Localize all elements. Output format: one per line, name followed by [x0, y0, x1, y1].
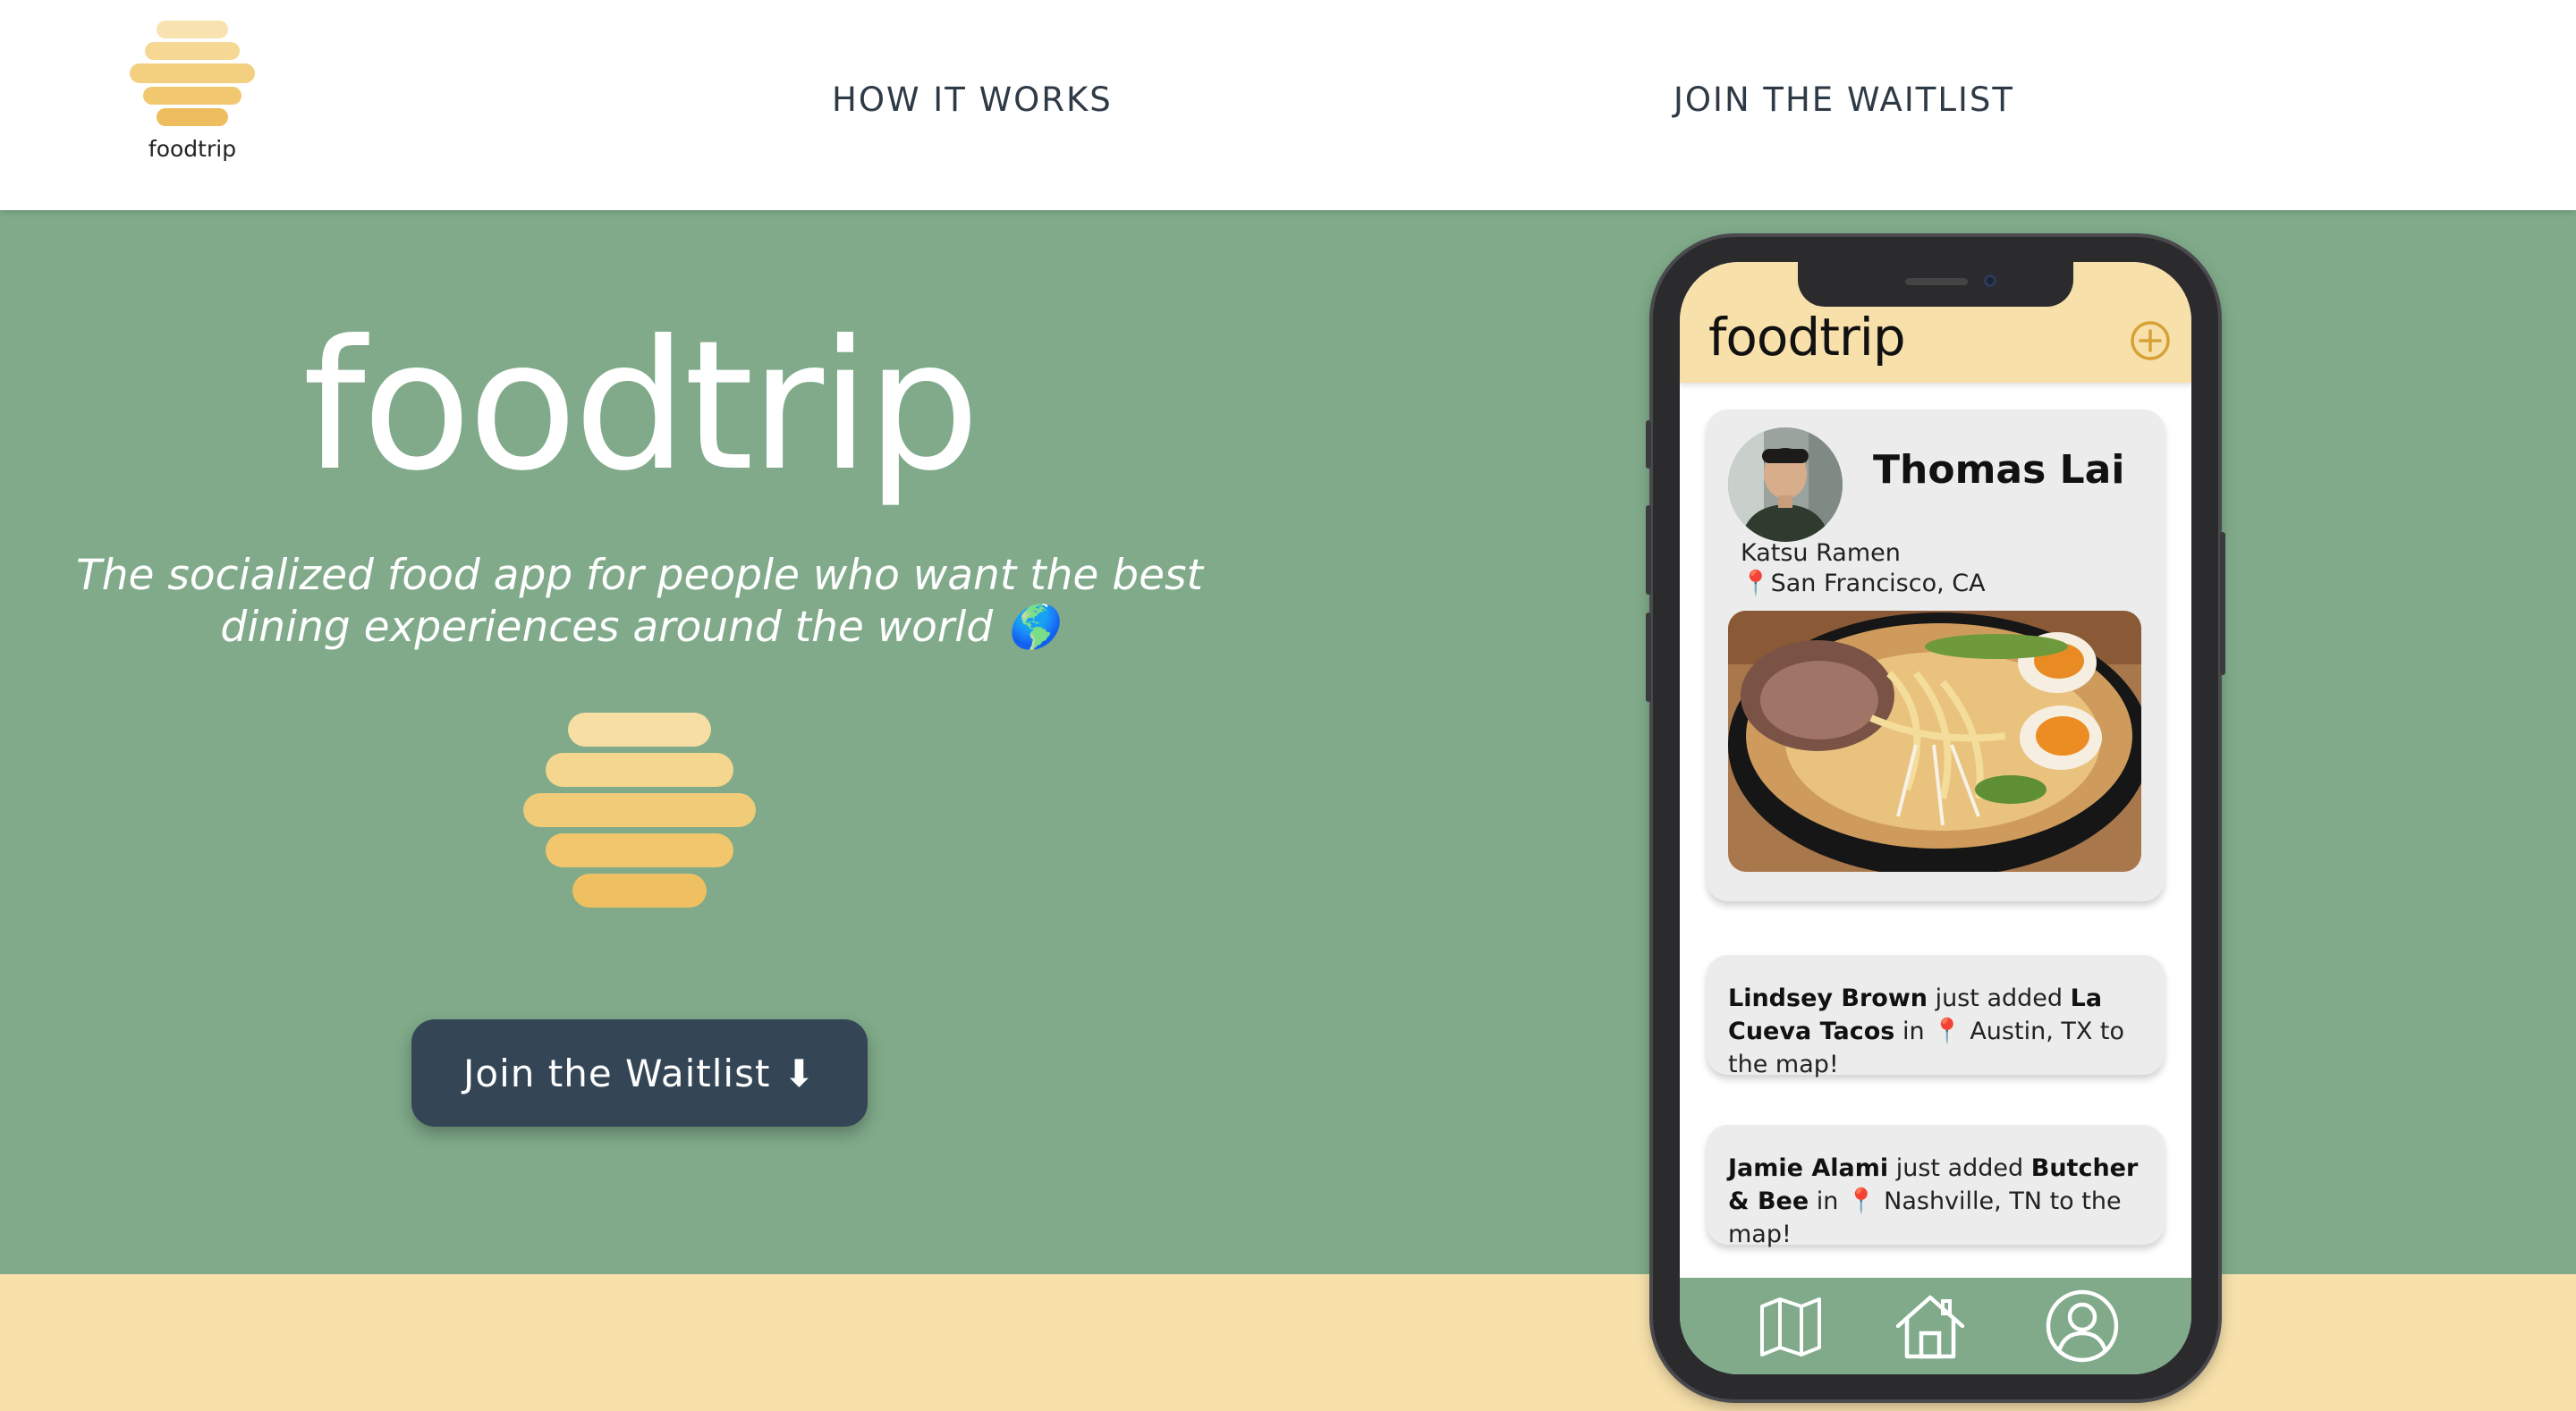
post-restaurant: Katsu Ramen [1741, 539, 1901, 567]
feed[interactable]: Thomas Lai Katsu Ramen 📍San Francisco, C… [1680, 383, 2191, 1278]
profile-icon[interactable] [2045, 1288, 2120, 1364]
phone-mockup: foodtrip Thomas Lai Katsu Ramen 📍San Fra… [1646, 237, 2225, 1399]
activity-user[interactable]: Jamie Alami [1728, 1154, 1888, 1182]
tagline-line-1: The socialized food app for people who w… [76, 551, 1203, 600]
phone-side-button [1646, 420, 1651, 469]
nav-how-it-works[interactable]: HOW IT WORKS [832, 80, 1113, 119]
app-title: foodtrip [1708, 307, 1906, 368]
ramen-bowl-image [1728, 611, 2141, 872]
phone-volume-down [1646, 613, 1651, 702]
activity-user[interactable]: Lindsey Brown [1728, 984, 1928, 1012]
hero-title: foodtrip [302, 302, 979, 511]
site-header: foodtrip HOW IT WORKS JOIN THE WAITLIST [0, 0, 2576, 210]
activity-verb: just added [1888, 1154, 2031, 1182]
add-circle-icon[interactable] [2130, 320, 2171, 361]
post-card[interactable]: Thomas Lai Katsu Ramen 📍San Francisco, C… [1707, 410, 2165, 901]
phone-volume-up [1646, 505, 1651, 595]
activity-card[interactable]: Jamie Alami just added Butcher & Bee in … [1707, 1125, 2165, 1248]
join-waitlist-button[interactable]: Join the Waitlist ⬇ [411, 1019, 868, 1127]
post-username[interactable]: Thomas Lai [1873, 447, 2124, 493]
logo[interactable]: foodtrip [125, 18, 259, 170]
activity-card[interactable]: Lindsey Brown just added La Cueva Tacos … [1707, 955, 2165, 1078]
activity-connector: in [1809, 1187, 1846, 1215]
phone-power-button [2220, 532, 2225, 675]
honeycomb-logo-icon [130, 21, 255, 126]
camera-icon [1984, 275, 1996, 287]
logo-text: foodtrip [148, 136, 237, 162]
home-icon[interactable] [1893, 1288, 1968, 1364]
phone-speaker [1905, 278, 1968, 285]
avatar[interactable] [1728, 427, 1843, 542]
tagline-line-2: dining experiences around the world 🌎 [220, 603, 1059, 652]
post-photo[interactable] [1728, 611, 2141, 872]
phone-screen: foodtrip Thomas Lai Katsu Ramen 📍San Fra… [1680, 262, 2191, 1374]
hero-tagline: The socialized food app for people who w… [54, 550, 1225, 654]
user-avatar-icon [1728, 427, 1843, 542]
post-location: 📍San Francisco, CA [1741, 570, 1986, 597]
nav-join-waitlist[interactable]: JOIN THE WAITLIST [1674, 80, 2014, 119]
activity-connector: in [1894, 1018, 1933, 1045]
honeycomb-mark-icon [523, 713, 756, 908]
activity-verb: just added [1928, 984, 2071, 1012]
map-icon[interactable] [1753, 1288, 1828, 1364]
tab-bar [1680, 1278, 2191, 1374]
phone-notch [1798, 262, 2073, 307]
